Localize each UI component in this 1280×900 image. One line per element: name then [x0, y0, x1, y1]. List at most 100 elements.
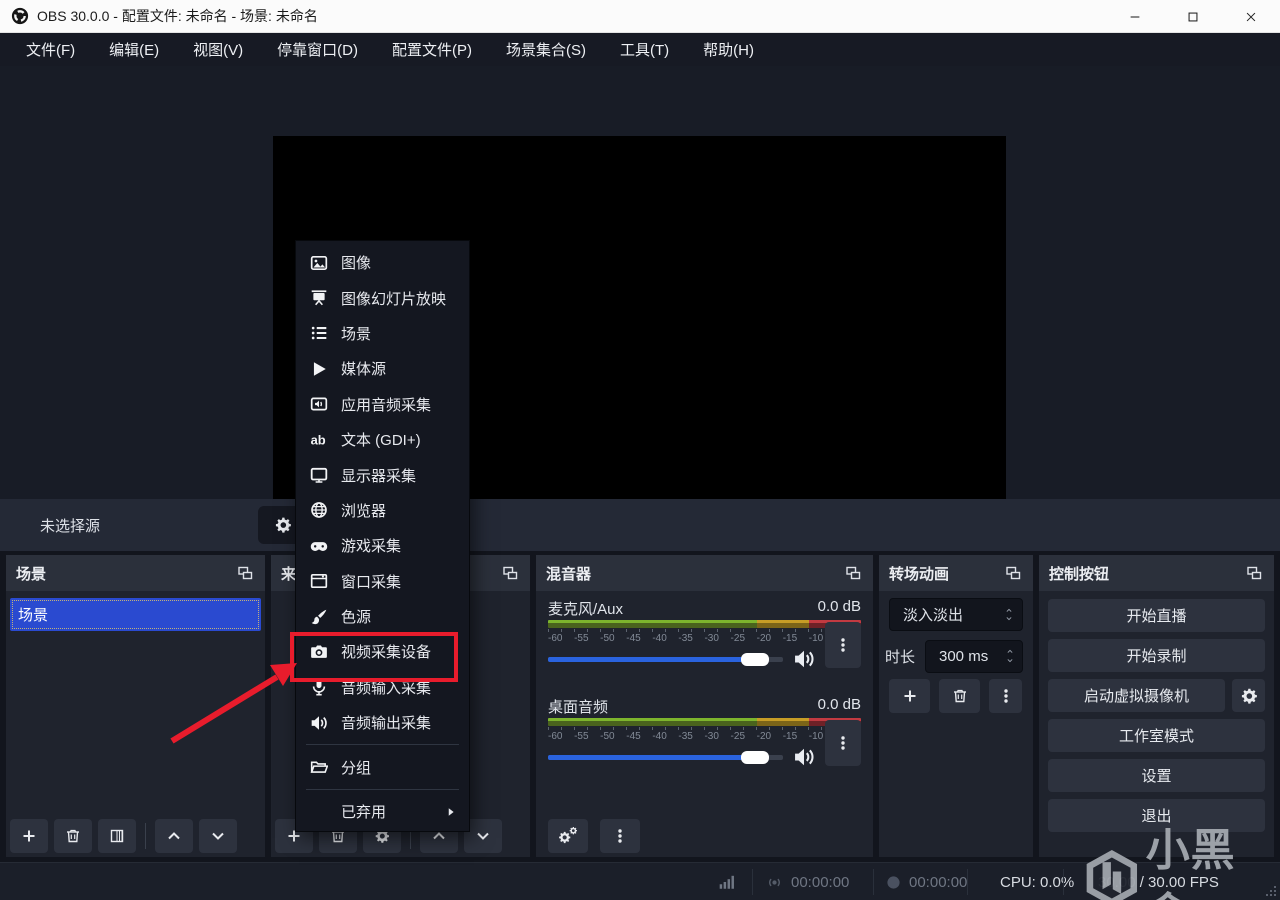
gear-icon [1240, 687, 1258, 705]
meter-tick-label: -40 [652, 731, 667, 742]
popout-icon [1246, 565, 1262, 581]
studio-mode-button[interactable]: 工作室模式 [1048, 719, 1265, 752]
menu-item-deprecated[interactable]: 已弃用 [296, 794, 469, 829]
menu-item-slideshow[interactable]: 图像幻灯片放映 [296, 280, 469, 315]
virtual-camera-settings-button[interactable] [1232, 679, 1265, 712]
scene-icon [310, 324, 328, 342]
advanced-audio-properties-button[interactable] [548, 819, 588, 853]
submenu-arrow-icon [445, 806, 457, 818]
menu-help[interactable]: 帮助(H) [691, 33, 766, 66]
scene-list-item-selected[interactable]: 场景 [10, 598, 261, 631]
start-virtual-camera-button[interactable]: 启动虚拟摄像机 [1048, 679, 1225, 712]
gear-icon [274, 516, 292, 534]
menu-tools[interactable]: 工具(T) [608, 33, 681, 66]
record-timer: 00:00:00 [886, 863, 967, 900]
start-streaming-button[interactable]: 开始直播 [1048, 599, 1265, 632]
menu-item-display-capture[interactable]: 显示器采集 [296, 457, 469, 492]
menu-file[interactable]: 文件(F) [14, 33, 87, 66]
record-time: 00:00:00 [909, 873, 968, 891]
minimize-button[interactable] [1106, 0, 1164, 33]
channel-name: 桌面音频 [548, 699, 609, 716]
menu-edit[interactable]: 编辑(E) [97, 33, 171, 66]
settings-button[interactable]: 设置 [1048, 759, 1265, 792]
channel-menu-button[interactable] [825, 622, 861, 668]
meter-tick-label: -10 [808, 633, 824, 644]
app-audio-capture-icon [310, 395, 328, 413]
volume-slider-fill [548, 754, 758, 760]
menu-item-browser[interactable]: 浏览器 [296, 493, 469, 528]
mixer-menu-button[interactable] [600, 819, 640, 853]
add-scene-button[interactable] [10, 819, 48, 853]
scene-filters-button[interactable] [98, 819, 136, 853]
start-recording-button[interactable]: 开始录制 [1048, 639, 1265, 672]
watermark-text: 小黑盒 [1145, 826, 1236, 900]
menu-separator [306, 788, 459, 790]
mixer-toolbar [548, 819, 640, 853]
volume-slider-handle[interactable] [740, 652, 769, 666]
menu-item-media-source[interactable]: 媒体源 [296, 351, 469, 386]
volume-slider[interactable] [548, 750, 783, 764]
heybox-watermark: 小黑盒 [1082, 814, 1280, 900]
move-scene-down-button[interactable] [199, 819, 237, 853]
menu-item-game-capture[interactable]: 游戏采集 [296, 528, 469, 563]
menu-item-group[interactable]: 分组 [296, 749, 469, 784]
menu-item-window-capture[interactable]: 窗口采集 [296, 564, 469, 599]
add-transition-button[interactable] [889, 679, 930, 713]
add-source-context-menu: 图像 图像幻灯片放映 场景 媒体源 应用音频采集 文本 (GDI+) 显示器采集… [295, 240, 470, 832]
duration-spinbox[interactable]: 300 ms [925, 639, 1023, 673]
duration-label: 时长 [885, 648, 916, 666]
menu-item-text-gdi[interactable]: 文本 (GDI+) [296, 422, 469, 457]
meter-tick-label: -60 [548, 633, 563, 644]
menu-docks[interactable]: 停靠窗口(D) [265, 33, 370, 66]
menu-item-scene[interactable]: 场景 [296, 316, 469, 351]
meter-tick-label: -25 [730, 633, 745, 644]
move-scene-up-button[interactable] [155, 819, 193, 853]
menu-profile[interactable]: 配置文件(P) [380, 33, 484, 66]
menu-item-image[interactable]: 图像 [296, 245, 469, 280]
menu-separator [306, 744, 459, 746]
spin-arrows[interactable] [998, 648, 1022, 664]
volume-slider-handle[interactable] [740, 750, 769, 764]
controls-panel-title: 控制按钮 [1049, 565, 1110, 583]
window-capture-icon [310, 572, 328, 590]
menu-item-color-source[interactable]: 色源 [296, 599, 469, 634]
transition-menu-button[interactable] [989, 679, 1022, 713]
mute-toggle-button[interactable] [793, 746, 815, 768]
transitions-panel-title: 转场动画 [889, 565, 950, 583]
menu-view[interactable]: 视图(V) [181, 33, 255, 66]
controls-popout-button[interactable] [1244, 563, 1264, 583]
chevron-down-icon [210, 828, 226, 844]
meter-tick-label: -50 [600, 633, 615, 644]
meter-tick-marks [548, 727, 861, 730]
controls-panel-header: 控制按钮 [1039, 555, 1274, 591]
channel-menu-button[interactable] [825, 720, 861, 766]
remove-scene-button[interactable] [54, 819, 92, 853]
volume-slider[interactable] [548, 652, 783, 666]
popout-icon [502, 565, 518, 581]
controls-panel: 控制按钮 开始直播 开始录制 启动虚拟摄像机 工作室模式 设置 退出 [1039, 555, 1274, 857]
menu-item-app-audio-capture[interactable]: 应用音频采集 [296, 387, 469, 422]
sources-popout-button[interactable] [500, 563, 520, 583]
chevron-down-icon [475, 828, 491, 844]
volume-meter [548, 620, 861, 628]
meter-tick-label: -10 [808, 731, 824, 742]
media-source-icon [310, 360, 328, 378]
chevron-down-icon [1005, 657, 1015, 664]
menu-item-audio-output-capture[interactable]: 音频输出采集 [296, 705, 469, 740]
scenes-toolbar [10, 819, 237, 853]
mute-toggle-button[interactable] [793, 648, 815, 670]
image-icon [310, 254, 328, 272]
close-button[interactable] [1222, 0, 1280, 33]
group-icon [310, 758, 328, 776]
transition-select[interactable]: 淡入淡出 [889, 598, 1023, 631]
chevron-up-icon [1005, 648, 1015, 655]
transitions-popout-button[interactable] [1003, 563, 1023, 583]
remove-transition-button[interactable] [939, 679, 980, 713]
scenes-popout-button[interactable] [235, 563, 255, 583]
menu-scene-collection[interactable]: 场景集合(S) [494, 33, 598, 66]
obs-logo-icon [11, 7, 29, 25]
maximize-button[interactable] [1164, 0, 1222, 33]
heybox-logo-icon [1086, 850, 1138, 900]
statusbar-divider [1063, 869, 1064, 895]
mixer-popout-button[interactable] [843, 563, 863, 583]
